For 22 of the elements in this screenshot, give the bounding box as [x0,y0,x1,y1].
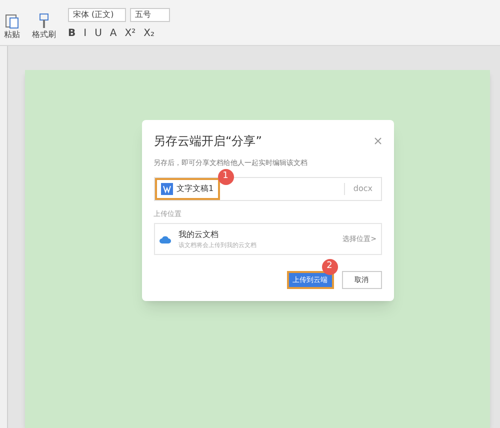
brush-icon[interactable] [38,13,50,29]
format-button[interactable]: U [94,26,102,41]
paste-icon[interactable] [5,13,19,29]
file-name-field[interactable]: 文字文稿1 docx [154,176,382,200]
format-button[interactable]: A [110,26,117,41]
file-name: 文字文稿1 [176,182,214,194]
format-button[interactable]: I [84,26,87,41]
document-icon [160,182,172,194]
format-painter-button[interactable]: 格式刷 [32,29,56,41]
location-name: 我的云文档 [178,228,220,240]
format-button[interactable]: B [68,26,76,41]
step-badge: 1 [218,168,234,184]
file-extension: docx [344,182,380,194]
cloud-icon [158,234,170,244]
size-dropdown[interactable]: 五号 [130,8,170,22]
dialog-title: 另存云端开启“分享” [154,133,262,150]
step-badge: 2 [322,259,338,275]
format-button[interactable]: X² [124,26,136,41]
paste-button[interactable]: 粘贴 [4,29,20,41]
format-button[interactable]: X₂ [144,26,154,41]
font-dropdown[interactable]: 宋体 (正文) [68,8,126,22]
close-icon[interactable] [374,137,382,145]
